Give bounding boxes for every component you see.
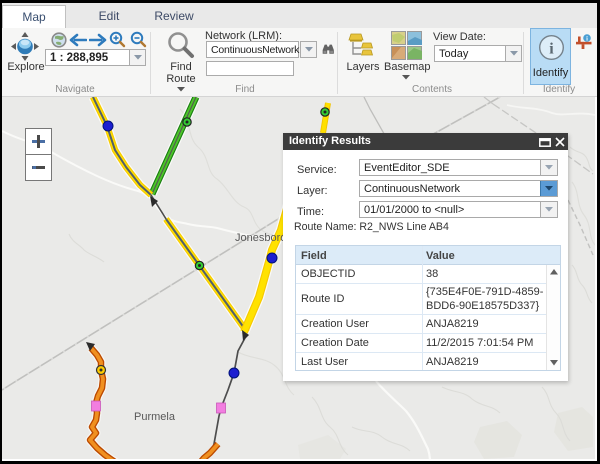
svg-text:i: i [549,41,554,58]
svg-text:i: i [586,35,588,42]
